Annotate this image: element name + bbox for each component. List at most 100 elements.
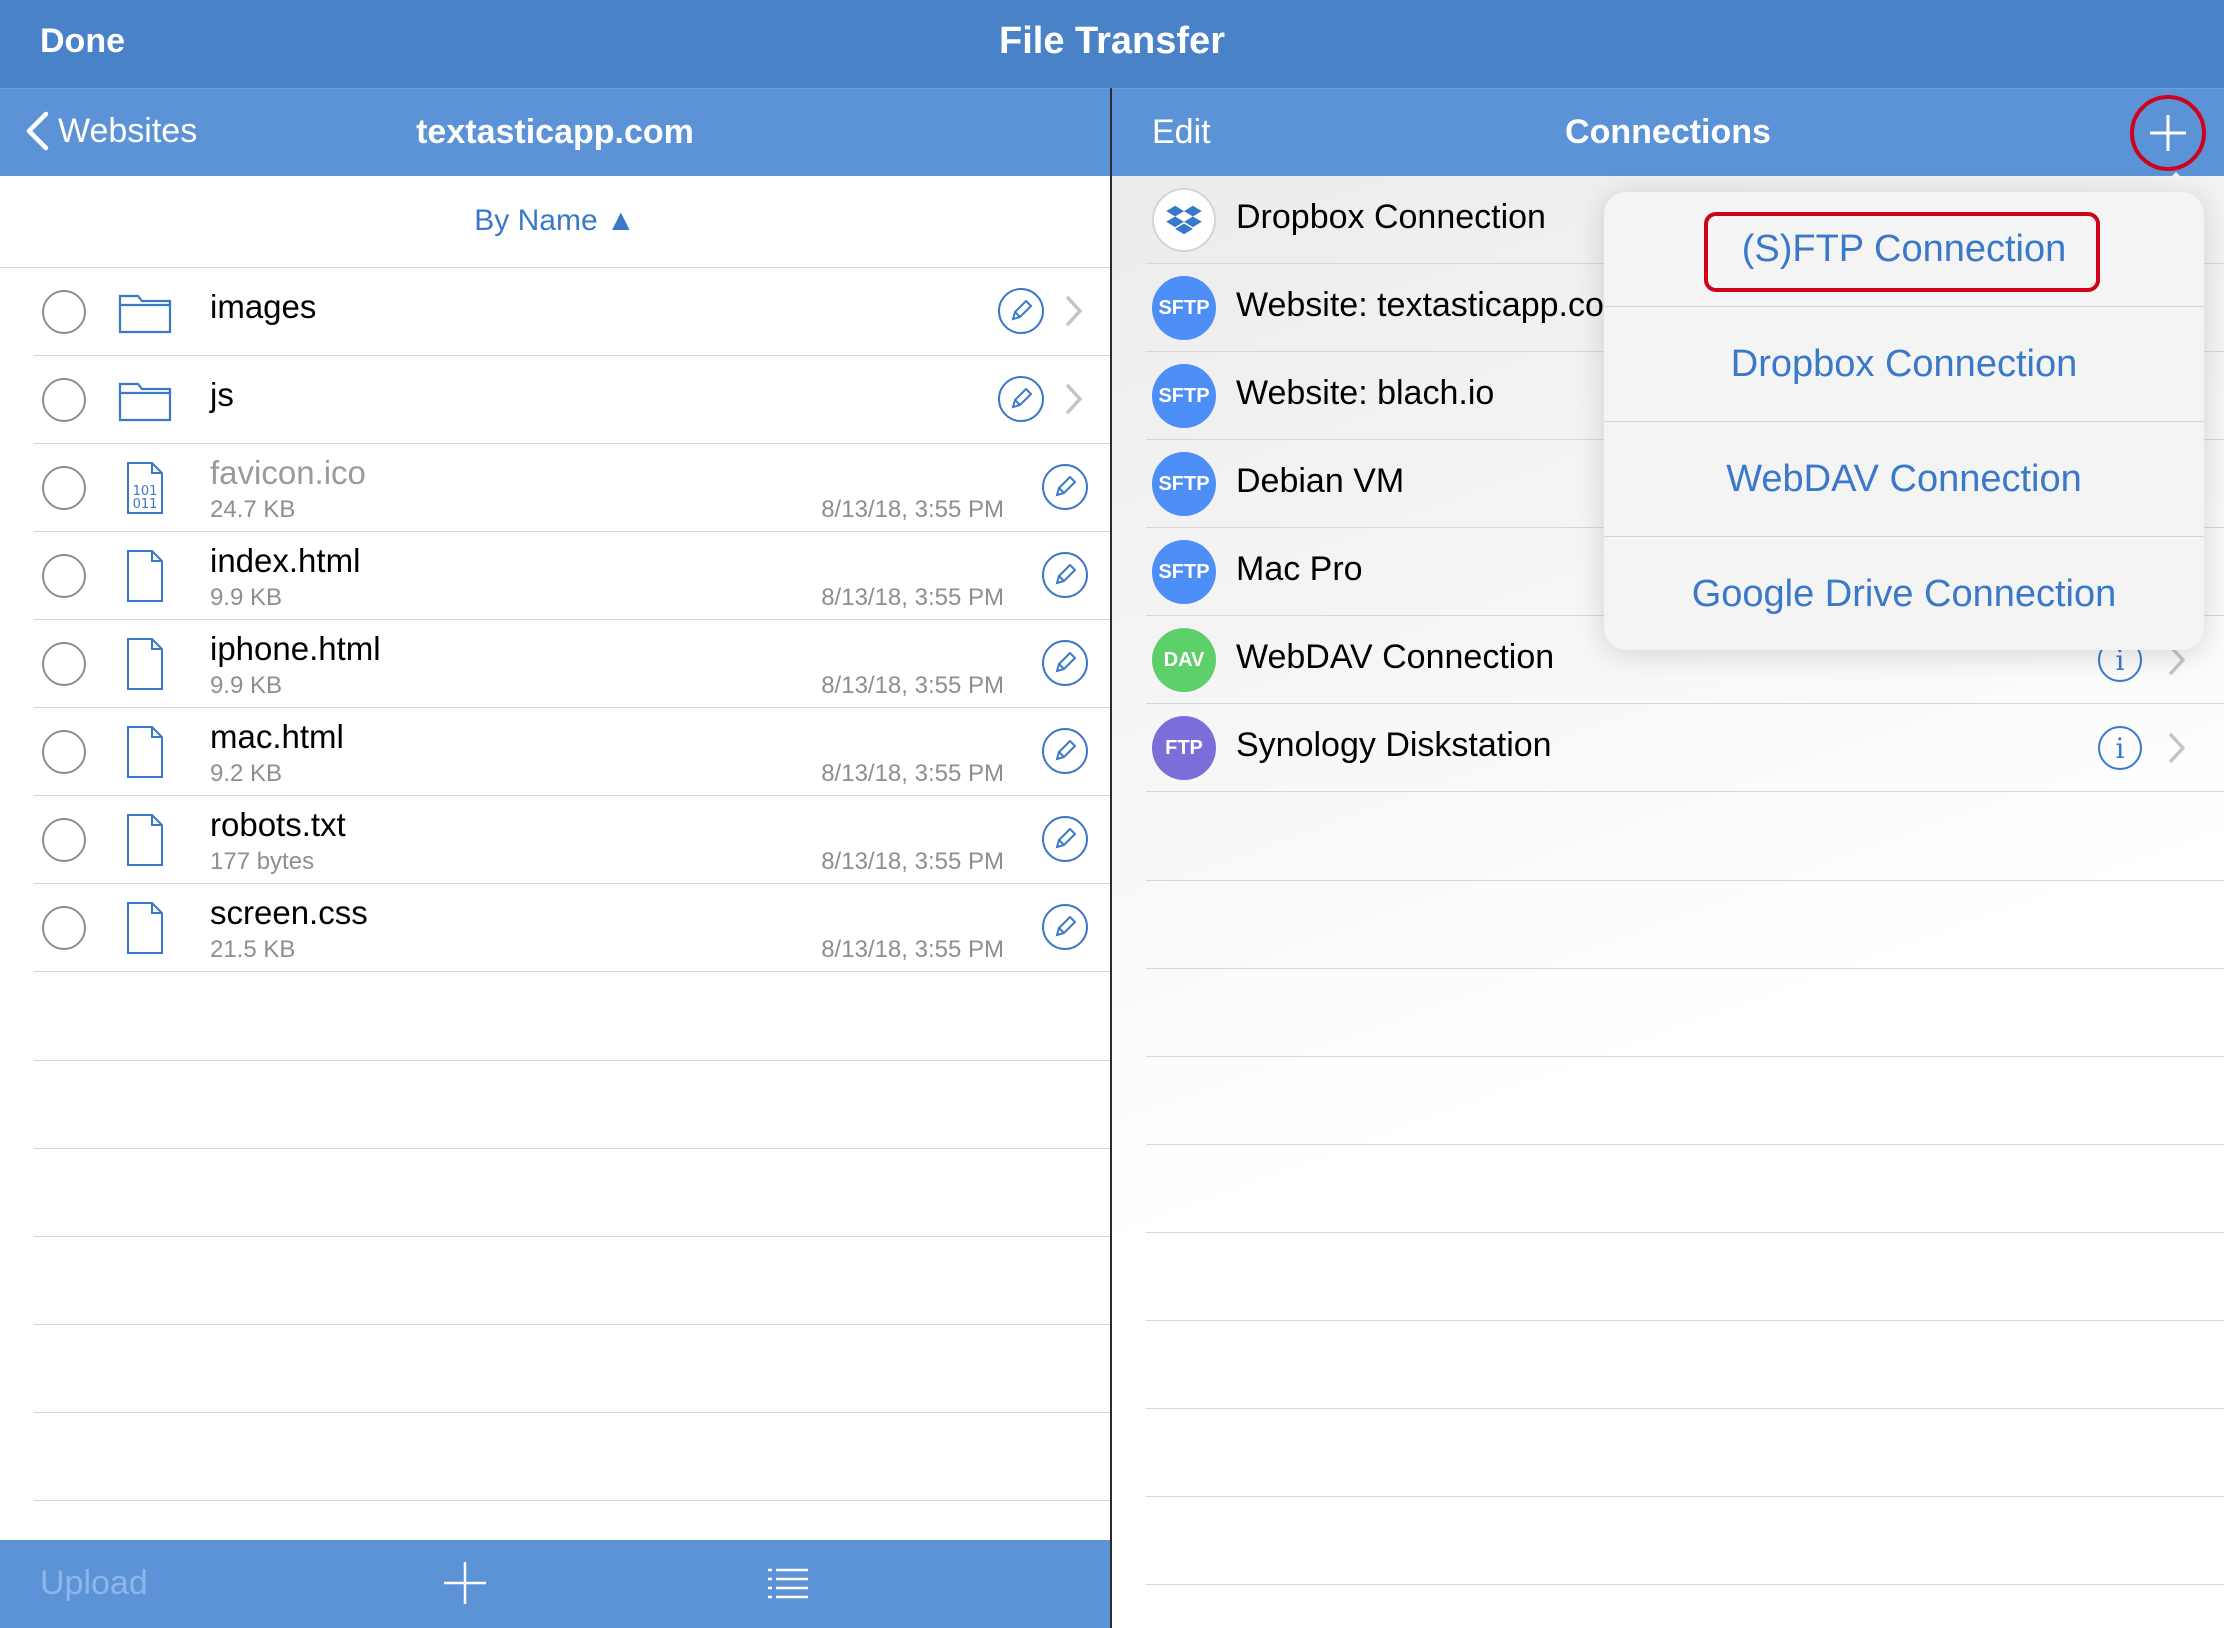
edit-pencil-icon[interactable]: [1042, 816, 1088, 862]
sftp-badge: SFTP: [1152, 540, 1216, 604]
row-separator: [1146, 880, 2224, 881]
highlight-outline: [1704, 212, 2100, 292]
connection-name: Website: textasticapp.com: [1236, 286, 1633, 324]
file-size: 21.5 KB: [210, 936, 296, 963]
svg-text:011: 011: [133, 497, 158, 512]
file-row-iphone[interactable]: iphone.html 9.9 KB 8/13/18, 3:55 PM: [34, 620, 1110, 708]
menu-item-label: Dropbox Connection: [1730, 343, 2078, 385]
file-date: 8/13/18, 3:55 PM: [821, 936, 1004, 963]
file-name: js: [210, 376, 234, 413]
row-separator: [34, 1148, 1110, 1149]
file-row-screen[interactable]: screen.css 21.5 KB 8/13/18, 3:55 PM: [34, 884, 1110, 972]
file-size: 24.7 KB: [210, 496, 296, 523]
file-row-robots[interactable]: robots.txt 177 bytes 8/13/18, 3:55 PM: [34, 796, 1110, 884]
select-radio[interactable]: [42, 378, 86, 422]
connection-name: Synology Diskstation: [1236, 726, 1552, 764]
connection-name: Website: blach.io: [1236, 374, 1495, 412]
file-name: iphone.html: [210, 630, 381, 667]
files-navbar: Websites textasticapp.com: [0, 88, 1110, 176]
file-size: 9.2 KB: [210, 760, 283, 787]
edit-pencil-icon[interactable]: [998, 288, 1044, 334]
chevron-right-icon[interactable]: [2168, 732, 2186, 764]
file-row-mac[interactable]: mac.html 9.2 KB 8/13/18, 3:55 PM: [34, 708, 1110, 796]
window-title: File Transfer: [999, 20, 1225, 62]
files-title: textasticapp.com: [416, 113, 694, 151]
connections-navbar: Edit Connections: [1112, 88, 2224, 176]
files-toolbar: Upload: [0, 1540, 1110, 1628]
file-name: index.html: [210, 542, 361, 579]
file-size: 9.9 KB: [210, 584, 283, 611]
file-date: 8/13/18, 3:55 PM: [821, 760, 1004, 787]
add-icon[interactable]: [442, 1560, 488, 1606]
connection-name: Mac Pro: [1236, 550, 1363, 588]
select-radio[interactable]: [42, 818, 86, 862]
menu-item-webdav[interactable]: WebDAV Connection: [1604, 422, 2204, 537]
file-icon: [127, 550, 163, 602]
binary-file-icon: 101 011: [127, 462, 163, 514]
select-radio[interactable]: [42, 290, 86, 334]
select-radio[interactable]: [42, 730, 86, 774]
file-date: 8/13/18, 3:55 PM: [821, 848, 1004, 875]
file-icon: [127, 638, 163, 690]
menu-item-dropbox[interactable]: Dropbox Connection: [1604, 307, 2204, 422]
row-separator: [1146, 1584, 2224, 1585]
file-name: screen.css: [210, 894, 368, 931]
file-size: 9.9 KB: [210, 672, 283, 699]
edit-pencil-icon[interactable]: [1042, 552, 1088, 598]
file-row-favicon[interactable]: 101 011 favicon.ico 24.7 KB 8/13/18, 3:5…: [34, 444, 1110, 532]
menu-item-label: WebDAV Connection: [1726, 458, 2082, 500]
connection-row-synology[interactable]: FTP Synology Diskstation i: [1146, 704, 2224, 792]
info-icon[interactable]: i: [2098, 726, 2142, 770]
file-icon: [127, 726, 163, 778]
select-radio[interactable]: [42, 906, 86, 950]
plus-icon: [2150, 115, 2186, 151]
row-separator: [34, 1412, 1110, 1413]
menu-item-label: Google Drive Connection: [1691, 573, 2117, 615]
row-separator: [1146, 968, 2224, 969]
sftp-badge: SFTP: [1152, 452, 1216, 516]
file-row-images[interactable]: images: [34, 268, 1110, 356]
file-size: 177 bytes: [210, 848, 315, 875]
edit-pencil-icon[interactable]: [1042, 640, 1088, 686]
menu-item-google-drive[interactable]: Google Drive Connection: [1604, 537, 2204, 650]
row-separator: [1146, 1144, 2224, 1145]
add-connection-button[interactable]: [2130, 95, 2206, 171]
file-name: images: [210, 288, 317, 325]
row-separator: [1146, 1232, 2224, 1233]
new-connection-popover: (S)FTP Connection Dropbox Connection Web…: [1604, 192, 2204, 650]
popover-arrow: [2154, 172, 2198, 194]
ftp-badge: FTP: [1152, 716, 1216, 780]
upload-button[interactable]: Upload: [40, 1564, 148, 1603]
file-row-js[interactable]: js: [34, 356, 1110, 444]
dropbox-icon: [1152, 188, 1216, 252]
connection-name: Debian VM: [1236, 462, 1405, 500]
select-radio[interactable]: [42, 642, 86, 686]
file-date: 8/13/18, 3:55 PM: [821, 496, 1004, 523]
edit-pencil-icon[interactable]: [1042, 464, 1088, 510]
row-separator: [34, 1500, 1110, 1501]
row-separator: [1146, 1056, 2224, 1057]
file-row-index[interactable]: index.html 9.9 KB 8/13/18, 3:55 PM: [34, 532, 1110, 620]
row-separator: [34, 1060, 1110, 1061]
file-date: 8/13/18, 3:55 PM: [821, 584, 1004, 611]
list-icon[interactable]: [766, 1564, 810, 1604]
connection-name: Dropbox Connection: [1236, 198, 1546, 236]
select-radio[interactable]: [42, 554, 86, 598]
folder-icon: [118, 382, 172, 422]
files-pane: Websites textasticapp.com By Name ▲ imag…: [0, 88, 1110, 1628]
file-name: favicon.ico: [210, 454, 366, 491]
chevron-right-icon[interactable]: [1064, 294, 1084, 328]
connection-name: WebDAV Connection: [1236, 638, 1555, 676]
sftp-badge: SFTP: [1152, 276, 1216, 340]
dav-badge: DAV: [1152, 628, 1216, 692]
row-separator: [1146, 1320, 2224, 1321]
select-radio[interactable]: [42, 466, 86, 510]
row-separator: [34, 1324, 1110, 1325]
edit-pencil-icon[interactable]: [1042, 728, 1088, 774]
edit-pencil-icon[interactable]: [1042, 904, 1088, 950]
edit-pencil-icon[interactable]: [998, 376, 1044, 422]
sort-selector[interactable]: By Name ▲: [0, 176, 1110, 268]
folder-icon: [118, 294, 172, 334]
chevron-right-icon[interactable]: [1064, 382, 1084, 416]
top-bar: Done File Transfer: [0, 0, 2224, 88]
